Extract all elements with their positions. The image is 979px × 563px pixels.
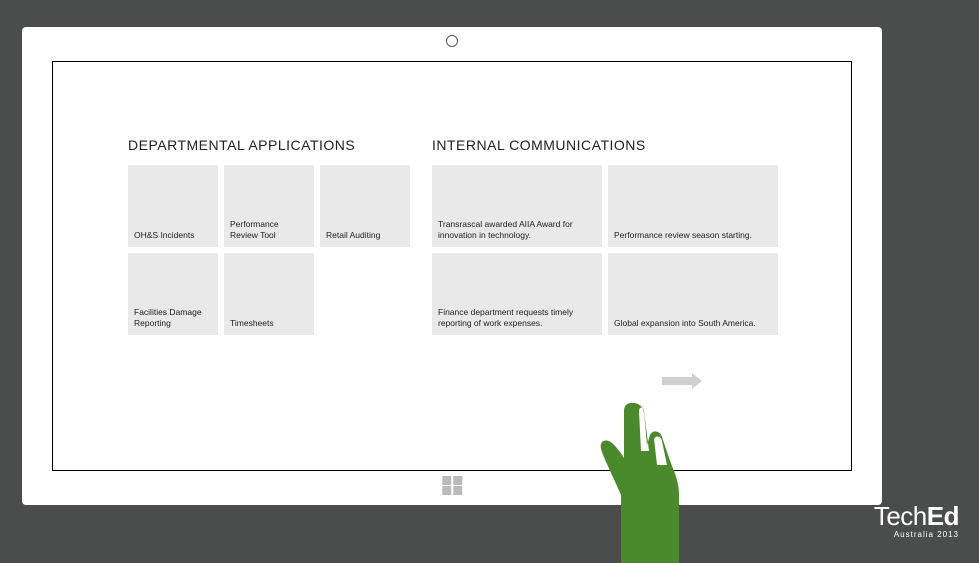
tile-comm-award[interactable]: Transrascal awarded AIIA Award for innov… (432, 165, 602, 247)
swipe-arrow-icon (662, 377, 694, 385)
tile-timesheets[interactable]: Timesheets (224, 253, 314, 335)
tile-label: OH&S Incidents (134, 230, 194, 241)
tile-comm-expansion[interactable]: Global expansion into South America. (608, 253, 778, 335)
tile-label: Global expansion into South America. (614, 318, 756, 329)
tile-ohs-incidents[interactable]: OH&S Incidents (128, 165, 218, 247)
brand-name: TechEd (874, 501, 959, 532)
tile-label: Performance review season starting. (614, 230, 752, 241)
section-title: INTERNAL COMMUNICATIONS (432, 137, 778, 153)
tile-retail-auditing[interactable]: Retail Auditing (320, 165, 410, 247)
tile-facilities-damage[interactable]: Facilities Damage Reporting (128, 253, 218, 335)
tile-label: Finance department requests timely repor… (438, 307, 596, 329)
tile-label: Timesheets (230, 318, 274, 329)
camera-icon (446, 35, 458, 47)
tile-label: Retail Auditing (326, 230, 380, 241)
section-departmental: DEPARTMENTAL APPLICATIONS OH&S Incidents… (128, 137, 410, 335)
windows-icon (442, 486, 451, 495)
screen: DEPARTMENTAL APPLICATIONS OH&S Incidents… (52, 61, 852, 471)
tablet-device: DEPARTMENTAL APPLICATIONS OH&S Incidents… (22, 27, 882, 505)
tile-comm-finance[interactable]: Finance department requests timely repor… (432, 253, 602, 335)
windows-button[interactable] (442, 476, 462, 496)
tile-label: Performance Review Tool (230, 219, 308, 241)
windows-icon (453, 486, 462, 495)
content-area: DEPARTMENTAL APPLICATIONS OH&S Incidents… (128, 137, 852, 335)
tile-performance-review[interactable]: Performance Review Tool (224, 165, 314, 247)
brand-logo: TechEd Australia 2013 (874, 501, 959, 539)
section-title: DEPARTMENTAL APPLICATIONS (128, 137, 410, 153)
tile-label: Facilities Damage Reporting (134, 307, 212, 329)
tile-label: Transrascal awarded AIIA Award for innov… (438, 219, 596, 241)
section-communications: INTERNAL COMMUNICATIONS Transrascal awar… (432, 137, 778, 335)
windows-icon (442, 476, 451, 485)
tile-comm-review-season[interactable]: Performance review season starting. (608, 165, 778, 247)
windows-icon (453, 476, 462, 485)
